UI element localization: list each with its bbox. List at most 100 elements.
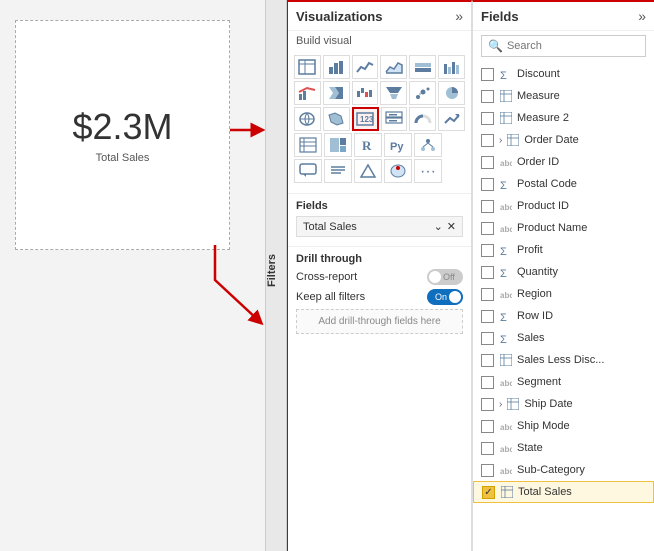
svg-text:R: R <box>362 138 372 153</box>
field-checkbox[interactable] <box>481 354 494 367</box>
field-item[interactable]: abcSegment <box>473 371 654 393</box>
visual-card[interactable]: $2.3M Total Sales <box>15 20 230 250</box>
viz-btn-table[interactable] <box>294 55 321 79</box>
field-checkbox[interactable] <box>481 376 494 389</box>
field-checkbox[interactable] <box>481 222 494 235</box>
viz-btn-kpi[interactable] <box>438 107 465 131</box>
search-icon: 🔍 <box>488 39 503 53</box>
field-item[interactable]: › Ship Date <box>473 393 654 415</box>
field-checkbox[interactable] <box>481 442 494 455</box>
field-item[interactable]: abcState <box>473 437 654 459</box>
field-item[interactable]: ›Order Date <box>473 129 654 151</box>
field-checkbox[interactable]: ✓ <box>482 486 495 499</box>
viz-btn-funnel[interactable] <box>380 81 407 105</box>
viz-btn-r[interactable]: R <box>354 133 382 157</box>
field-item[interactable]: abcShip Mode <box>473 415 654 437</box>
field-checkbox[interactable] <box>481 112 494 125</box>
field-name-label: Segment <box>517 376 561 388</box>
field-checkbox[interactable] <box>481 200 494 213</box>
field-item[interactable]: ✓Total Sales <box>473 481 654 503</box>
viz-btn-waterfall[interactable] <box>352 81 379 105</box>
field-checkbox[interactable] <box>481 464 494 477</box>
viz-btn-py[interactable]: Py <box>384 133 412 157</box>
viz-btn-gauge[interactable] <box>409 107 436 131</box>
pill-chevron-icon[interactable]: ⌄ <box>434 220 443 233</box>
field-item[interactable]: Measure 2 <box>473 107 654 129</box>
field-checkbox[interactable] <box>481 332 494 345</box>
field-item[interactable]: ΣPostal Code <box>473 173 654 195</box>
field-expand-icon[interactable]: › <box>499 399 502 410</box>
svg-text:abc: abc <box>500 291 512 300</box>
field-checkbox[interactable] <box>481 288 494 301</box>
field-item[interactable]: ΣRow ID <box>473 305 654 327</box>
fields-search-box[interactable]: 🔍 <box>481 35 646 57</box>
viz-btn-line[interactable] <box>352 55 379 79</box>
field-item[interactable]: ΣQuantity <box>473 261 654 283</box>
viz-btn-decomp[interactable] <box>414 133 442 157</box>
keep-filters-toggle[interactable]: On <box>427 289 463 305</box>
viz-row-3: 123 <box>294 107 465 131</box>
viz-btn-qanda[interactable] <box>294 159 322 183</box>
filters-panel[interactable]: Filters <box>265 0 287 551</box>
field-checkbox[interactable] <box>481 266 494 279</box>
viz-btn-linebar[interactable] <box>294 81 321 105</box>
viz-btn-shape[interactable] <box>354 159 382 183</box>
field-name-label: Ship Mode <box>517 420 570 432</box>
field-checkbox[interactable] <box>481 156 494 169</box>
field-item[interactable]: ΣProfit <box>473 239 654 261</box>
field-checkbox[interactable] <box>481 134 494 147</box>
field-checkbox[interactable] <box>481 420 494 433</box>
viz-btn-multibar[interactable] <box>438 55 465 79</box>
viz-btn-pie[interactable] <box>438 81 465 105</box>
viz-btn-treemap[interactable] <box>324 133 352 157</box>
field-item[interactable]: abcOrder ID <box>473 151 654 173</box>
field-checkbox[interactable] <box>481 178 494 191</box>
viz-panel-header: Visualizations » <box>288 2 471 31</box>
field-checkbox[interactable] <box>481 68 494 81</box>
viz-btn-matrix[interactable] <box>294 133 322 157</box>
field-item[interactable]: ΣDiscount <box>473 63 654 85</box>
viz-btn-bar[interactable] <box>323 55 350 79</box>
field-expand-icon[interactable]: › <box>499 135 502 146</box>
field-name-label: Order ID <box>517 156 559 168</box>
field-item[interactable]: Measure <box>473 85 654 107</box>
field-item[interactable]: ΣSales <box>473 327 654 349</box>
viz-panel-expand-icon[interactable]: » <box>455 8 463 24</box>
cross-report-toggle[interactable]: Off <box>427 269 463 285</box>
field-type-icon: Σ <box>499 331 513 345</box>
viz-btn-custom[interactable]: ··· <box>414 159 442 183</box>
field-type-icon: abc <box>499 441 513 455</box>
field-checkbox[interactable] <box>481 310 494 323</box>
field-checkbox[interactable] <box>481 90 494 103</box>
field-item[interactable]: abcProduct ID <box>473 195 654 217</box>
field-item[interactable]: Sales Less Disc... <box>473 349 654 371</box>
field-item[interactable]: abcProduct Name <box>473 217 654 239</box>
viz-btn-ribbon[interactable] <box>323 81 350 105</box>
viz-btn-area[interactable] <box>380 55 407 79</box>
viz-btn-stacked[interactable] <box>409 55 436 79</box>
viz-field-pill-totalsales[interactable]: Total Sales ⌄ ✕ <box>296 216 463 237</box>
field-name-label: Ship Date <box>524 398 572 410</box>
viz-btn-filled-map[interactable] <box>323 107 350 131</box>
keep-filters-row: Keep all filters On <box>296 289 463 305</box>
drill-fields-placeholder[interactable]: Add drill-through fields here <box>296 309 463 334</box>
field-item[interactable]: abcRegion <box>473 283 654 305</box>
fields-panel-expand-icon[interactable]: » <box>638 8 646 24</box>
svg-text:abc: abc <box>500 445 512 454</box>
field-item[interactable]: abcSub-Category <box>473 459 654 481</box>
search-input[interactable] <box>507 40 639 52</box>
drillthrough-label: Drill through <box>296 253 463 265</box>
visualizations-panel: Visualizations » Build visual <box>287 0 472 551</box>
field-checkbox[interactable] <box>481 244 494 257</box>
viz-row-2 <box>294 81 465 105</box>
field-checkbox[interactable] <box>481 398 494 411</box>
field-type-icon: Σ <box>499 67 513 81</box>
viz-btn-multirow[interactable] <box>381 107 408 131</box>
svg-text:Σ: Σ <box>500 246 507 256</box>
pill-remove-icon[interactable]: ✕ <box>447 220 456 233</box>
viz-btn-scatter[interactable] <box>409 81 436 105</box>
viz-btn-map[interactable] <box>294 107 321 131</box>
viz-btn-narrative[interactable] <box>324 159 352 183</box>
viz-btn-azuremap[interactable] <box>384 159 412 183</box>
viz-btn-card[interactable]: 123 <box>352 107 379 131</box>
